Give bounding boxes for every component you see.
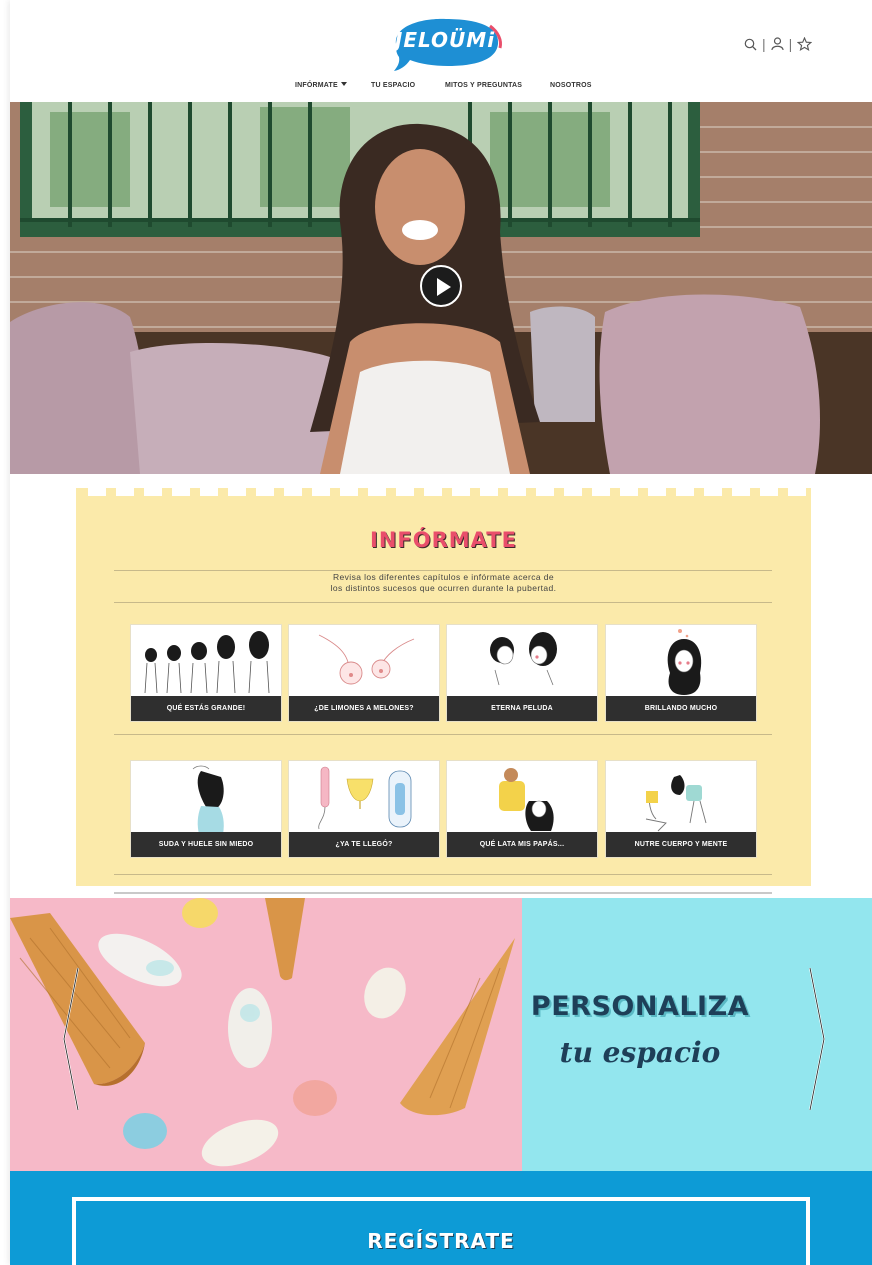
user-icon[interactable] — [771, 37, 784, 51]
illustration-parents — [499, 768, 554, 831]
illustration-hair — [490, 632, 557, 686]
chapter-card[interactable]: SUDA Y HUELE SIN MIEDO — [130, 760, 282, 858]
separator: | — [762, 36, 766, 52]
logo-text: JELOÜMi — [394, 28, 496, 52]
card-label: BRILLANDO MUCHO — [606, 696, 756, 721]
register-section: REGÍSTRATE — [10, 1171, 872, 1265]
illustration-period-products — [318, 766, 412, 830]
chapter-card[interactable]: ETERNA PELUDA — [446, 624, 598, 722]
header-actions: | | — [744, 36, 813, 52]
illustration-girls-growing — [144, 631, 270, 694]
banner-subtitle: tu espacio — [559, 1036, 721, 1069]
illustration-shiny-girl — [667, 629, 702, 695]
card-label: QUÉ LATA MIS PAPÁS... — [447, 832, 597, 857]
nav-item-informate[interactable]: INFÓRMATE — [295, 82, 347, 89]
chapter-card[interactable]: ¿YA TE LLEGÓ? — [288, 760, 440, 858]
nav-item-nosotros[interactable]: NOSOTROS — [550, 82, 592, 89]
illustration-exercise — [645, 775, 707, 832]
illustration-chest — [318, 634, 415, 685]
chapter-card[interactable]: ¿DE LIMONES A MELONES? — [288, 624, 440, 722]
hero-video[interactable] — [10, 102, 872, 474]
card-label: ¿DE LIMONES A MELONES? — [289, 696, 439, 721]
search-icon[interactable] — [744, 38, 757, 51]
chapter-card[interactable]: NUTRE CUERPO Y MENTE — [605, 760, 757, 858]
card-label: SUDA Y HUELE SIN MIEDO — [131, 832, 281, 857]
personaliza-banner[interactable]: PERSONALIZA tu espacio — [10, 898, 872, 1171]
play-icon[interactable] — [420, 265, 462, 307]
register-label: REGÍSTRATE — [367, 1229, 515, 1253]
chapter-card[interactable]: BRILLANDO MUCHO — [605, 624, 757, 722]
banner-photo — [10, 898, 522, 1171]
candy-photo — [10, 898, 522, 1171]
prev-arrow-icon[interactable] — [60, 966, 82, 1112]
card-label: ETERNA PELUDA — [447, 696, 597, 721]
notebook-edge — [76, 488, 811, 502]
nav-label: INFÓRMATE — [295, 82, 338, 89]
page: JELOÜMi | | INFÓRMATE TU ESPACIO MITOS Y… — [0, 0, 872, 1265]
nav-item-mitos[interactable]: MITOS Y PREGUNTAS — [445, 82, 522, 89]
site-logo[interactable]: JELOÜMi — [386, 14, 504, 72]
card-label: QUÉ ESTÁS GRANDE! — [131, 696, 281, 721]
register-button[interactable]: REGÍSTRATE — [72, 1197, 810, 1265]
caret-down-icon — [340, 82, 347, 86]
site-frame: JELOÜMi | | INFÓRMATE TU ESPACIO MITOS Y… — [10, 0, 872, 1265]
description-line: Revisa los diferentes capítulos e infórm… — [332, 572, 555, 582]
divider — [114, 874, 772, 875]
chapter-card[interactable]: QUÉ ESTÁS GRANDE! — [130, 624, 282, 722]
chapter-card[interactable]: QUÉ LATA MIS PAPÁS... — [446, 760, 598, 858]
divider — [114, 892, 772, 894]
divider — [114, 570, 772, 571]
banner-title: PERSONALIZA — [530, 991, 750, 1022]
separator: | — [788, 36, 793, 52]
card-label: ¿YA TE LLEGÓ? — [289, 832, 439, 857]
divider — [114, 734, 772, 735]
divider — [114, 602, 772, 603]
nav-item-tu-espacio[interactable]: TU ESPACIO — [371, 82, 415, 89]
card-label: NUTRE CUERPO Y MENTE — [606, 832, 756, 857]
informate-section: INFÓRMATE Revisa los diferentes capítulo… — [76, 488, 811, 886]
illustration-sweat — [192, 765, 224, 834]
description-line: los distintos sucesos que ocurren durant… — [330, 583, 557, 593]
star-icon[interactable] — [797, 37, 813, 51]
site-header: JELOÜMi | | INFÓRMATE TU ESPACIO MITOS Y… — [10, 0, 872, 102]
section-description: Revisa los diferentes capítulos e infórm… — [76, 572, 811, 594]
section-title: INFÓRMATE — [370, 528, 517, 552]
main-nav: INFÓRMATE TU ESPACIO MITOS Y PREGUNTAS N… — [10, 82, 872, 98]
next-arrow-icon[interactable] — [806, 966, 828, 1112]
